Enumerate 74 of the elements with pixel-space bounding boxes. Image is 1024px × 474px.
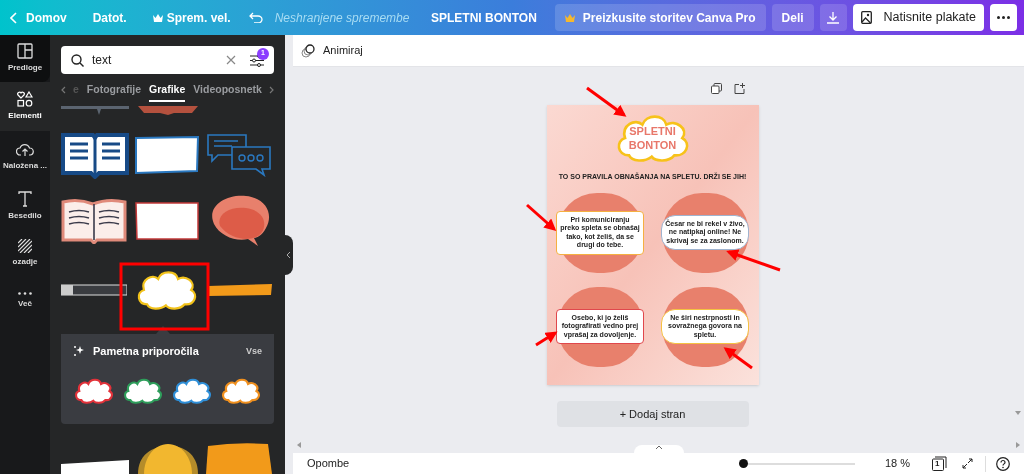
duplicate-page-icon[interactable] — [710, 83, 722, 94]
category-tab[interactable]: Fotografije — [86, 78, 142, 102]
help-icon[interactable] — [996, 456, 1010, 471]
category-tab[interactable]: Videoposnetk — [193, 78, 262, 102]
book-drawing[interactable] — [61, 131, 129, 179]
crown-icon — [152, 13, 163, 22]
text-icon — [18, 191, 32, 207]
back-icon — [10, 11, 18, 24]
undo-icon[interactable] — [248, 12, 263, 23]
collapse-icon — [287, 251, 291, 258]
animate-icon — [301, 43, 315, 58]
more-icon — [997, 16, 1010, 19]
crown-icon — [564, 13, 575, 22]
download-button[interactable] — [819, 4, 847, 31]
slider-thumb[interactable] — [738, 459, 748, 468]
hatch-icon — [18, 239, 32, 253]
layout-icon — [17, 43, 33, 59]
sidebar-tab[interactable]: Predloge — [0, 35, 50, 82]
sidebar-tab[interactable]: Elementi — [0, 82, 50, 131]
notes-button[interactable]: Opombe — [307, 455, 350, 472]
scroll-left-icon[interactable] — [61, 86, 66, 94]
suggestions-title: Pametna priporočila — [93, 344, 199, 359]
collapse-handle[interactable] — [285, 234, 293, 275]
blob-drawing[interactable] — [206, 442, 273, 474]
cloud-drawing[interactable] — [222, 378, 260, 404]
caret-icon — [655, 445, 662, 449]
bar-drawing[interactable] — [61, 284, 127, 296]
fullscreen-icon[interactable] — [962, 458, 973, 469]
scroll-right-icon[interactable] — [268, 86, 274, 94]
cloud-drawing[interactable] — [75, 378, 113, 404]
sidebar-tab[interactable]: ozadje — [0, 230, 50, 277]
print-button[interactable]: Natisnite plakate — [852, 4, 984, 31]
cloud-upload-icon — [16, 142, 34, 157]
annotation-arrow — [586, 86, 627, 117]
sidebar-tab[interactable]: Besedilo — [0, 183, 50, 230]
more-button[interactable] — [990, 4, 1017, 31]
download-icon — [827, 11, 840, 24]
zoom-level[interactable]: 18 % — [884, 455, 910, 472]
more-icon — [18, 291, 32, 295]
category-tab[interactable]: Grafike — [149, 78, 186, 102]
see-all-link[interactable]: Vse — [246, 344, 262, 358]
search-input[interactable]: text — [92, 51, 218, 69]
sidebar-tab[interactable]: Več — [0, 277, 50, 324]
note-drawing[interactable] — [61, 460, 129, 474]
sparkle-icon — [73, 345, 85, 358]
annotation-arrow — [726, 249, 781, 272]
graphic-drawing[interactable] — [61, 106, 129, 116]
book-drawing[interactable] — [61, 198, 127, 244]
image-icon — [860, 11, 872, 24]
page-count: 1 — [935, 460, 940, 468]
add-page-button[interactable]: + Dodaj stran — [556, 401, 749, 427]
share-button[interactable]: Deli — [771, 4, 814, 31]
poster[interactable] — [546, 105, 759, 385]
zoom-slider[interactable] — [742, 458, 855, 469]
search-icon — [71, 53, 84, 67]
add-page-icon[interactable] — [733, 83, 745, 94]
note-drawing[interactable] — [133, 135, 200, 175]
save-status: Neshranjene spremembe — [274, 9, 410, 27]
annotation-arrow — [526, 203, 557, 231]
filter-icon[interactable] — [250, 53, 264, 67]
annotation-arrow — [723, 347, 753, 370]
animate-button[interactable]: Animiraj — [301, 42, 363, 59]
pro-button[interactable]: Preizkusite storitev Canva Pro — [554, 4, 766, 31]
sidebar-tab[interactable]: Naložena ... — [0, 131, 50, 183]
poster-title: SPLETNI BONTON — [627, 124, 678, 152]
annotation-arrow — [535, 331, 558, 347]
pages-icon[interactable] — [932, 456, 947, 471]
shapes-icon — [17, 91, 33, 107]
note-drawing[interactable] — [133, 201, 200, 241]
chat-bubbles-drawing[interactable] — [206, 133, 273, 177]
clear-icon[interactable] — [226, 55, 236, 65]
cloud-drawing[interactable] — [173, 378, 211, 404]
cloud-drawing[interactable] — [124, 378, 162, 404]
design-title[interactable]: SPLETNI BONTON — [431, 8, 537, 27]
